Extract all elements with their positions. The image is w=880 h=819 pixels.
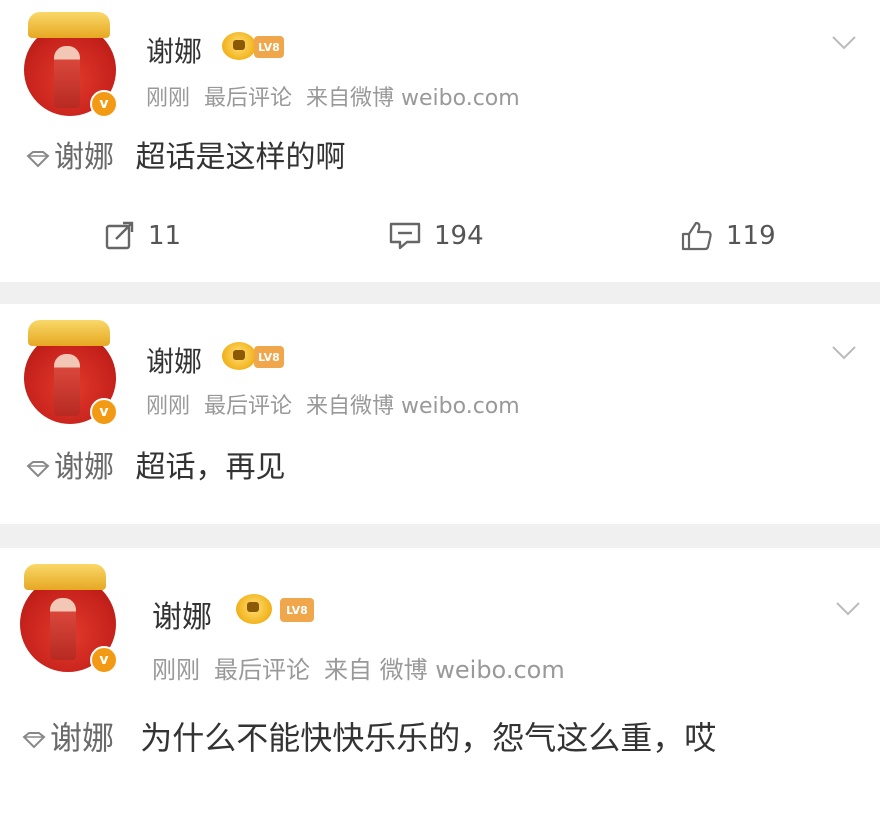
post-text: 超话是这样的啊 xyxy=(135,140,346,175)
topic-diamond-icon xyxy=(26,460,50,477)
avatar-figure xyxy=(50,598,76,660)
author-name[interactable]: 谢娜 xyxy=(152,592,212,636)
weibo-feed: v 谢娜 LV8 刚刚 最后评论 来自微博 weibo.com 谢娜 超话是这样的啊… xyxy=(0,0,880,819)
level-badge: LV8 xyxy=(254,36,284,58)
author-name[interactable]: 谢娜 xyxy=(146,340,202,380)
post-text: 为什么不能快快乐乐的，怨气这么重，哎 xyxy=(140,719,717,757)
avatar[interactable]: v xyxy=(24,12,118,118)
post-card: v 谢娜 LV8 刚刚 最后评论 来自微博 weibo.com 谢娜 超话，再见 xyxy=(0,304,880,524)
post-source: 来自微博 weibo.com xyxy=(306,86,520,111)
post-actions: 11 194 119 xyxy=(0,206,880,266)
topic-name: 谢娜 xyxy=(54,140,114,175)
verified-icon: v xyxy=(90,398,118,426)
topic-diamond-icon xyxy=(26,150,50,167)
like-count: 119 xyxy=(726,221,776,251)
post-content: 谢娜 为什么不能快快乐乐的，怨气这么重，哎 xyxy=(20,712,840,764)
author-name[interactable]: 谢娜 xyxy=(146,30,202,70)
feed-separator xyxy=(0,524,880,548)
avatar-crown-decoration xyxy=(24,564,106,590)
avatar-crown-decoration xyxy=(28,320,110,346)
crown-icon xyxy=(222,32,256,60)
avatar-figure xyxy=(54,46,80,108)
like-icon xyxy=(681,221,712,251)
chevron-down-icon[interactable] xyxy=(832,36,856,50)
post-time: 刚刚 xyxy=(146,86,191,111)
avatar-figure xyxy=(54,354,80,416)
verified-icon: v xyxy=(90,90,118,118)
crown-icon xyxy=(222,342,256,370)
topic-name: 谢娜 xyxy=(50,719,115,757)
topic-diamond-icon xyxy=(22,732,46,749)
post-card: v 谢娜 LV8 刚刚 最后评论 来自微博 weibo.com 谢娜 超话是这样的啊… xyxy=(0,0,880,282)
post-card: v 谢娜 LV8 刚刚 最后评论 来自 微博 weibo.com 谢娜 为什么不能快… xyxy=(0,548,880,819)
crown-icon xyxy=(236,594,272,624)
repost-icon xyxy=(105,221,134,250)
level-badge: LV8 xyxy=(280,598,314,622)
post-meta: 刚刚 最后评论 来自 微博 weibo.com xyxy=(152,650,579,685)
chevron-down-icon[interactable] xyxy=(832,346,856,360)
comment-icon xyxy=(389,222,421,250)
topic-tag[interactable]: 谢娜 xyxy=(20,719,114,757)
post-time: 刚刚 xyxy=(146,394,191,419)
post-source: 来自 微博 weibo.com xyxy=(324,656,565,684)
avatar[interactable]: v xyxy=(20,564,118,674)
verified-icon: v xyxy=(90,646,118,674)
avatar[interactable]: v xyxy=(24,320,118,426)
post-sort: 最后评论 xyxy=(204,86,293,111)
feed-separator xyxy=(0,282,880,304)
post-content: 谢娜 超话是这样的啊 xyxy=(24,136,854,180)
post-sort: 最后评论 xyxy=(214,656,310,684)
like-button[interactable]: 119 xyxy=(680,206,776,266)
post-time: 刚刚 xyxy=(152,656,200,684)
repost-count: 11 xyxy=(148,221,182,251)
level-badge: LV8 xyxy=(254,346,284,368)
post-text: 超话，再见 xyxy=(135,450,286,485)
comment-button[interactable]: 194 xyxy=(388,206,484,266)
chevron-down-icon[interactable] xyxy=(836,602,860,616)
post-meta: 刚刚 最后评论 来自微博 weibo.com xyxy=(146,388,534,420)
avatar-crown-decoration xyxy=(28,12,110,38)
comment-count: 194 xyxy=(434,221,484,251)
post-source: 来自微博 weibo.com xyxy=(306,394,520,419)
topic-name: 谢娜 xyxy=(54,450,114,485)
topic-tag[interactable]: 谢娜 xyxy=(24,450,114,485)
topic-tag[interactable]: 谢娜 xyxy=(24,140,114,175)
post-meta: 刚刚 最后评论 来自微博 weibo.com xyxy=(146,80,534,112)
post-content: 谢娜 超话，再见 xyxy=(24,446,854,490)
repost-button[interactable]: 11 xyxy=(104,206,181,266)
post-sort: 最后评论 xyxy=(204,394,293,419)
